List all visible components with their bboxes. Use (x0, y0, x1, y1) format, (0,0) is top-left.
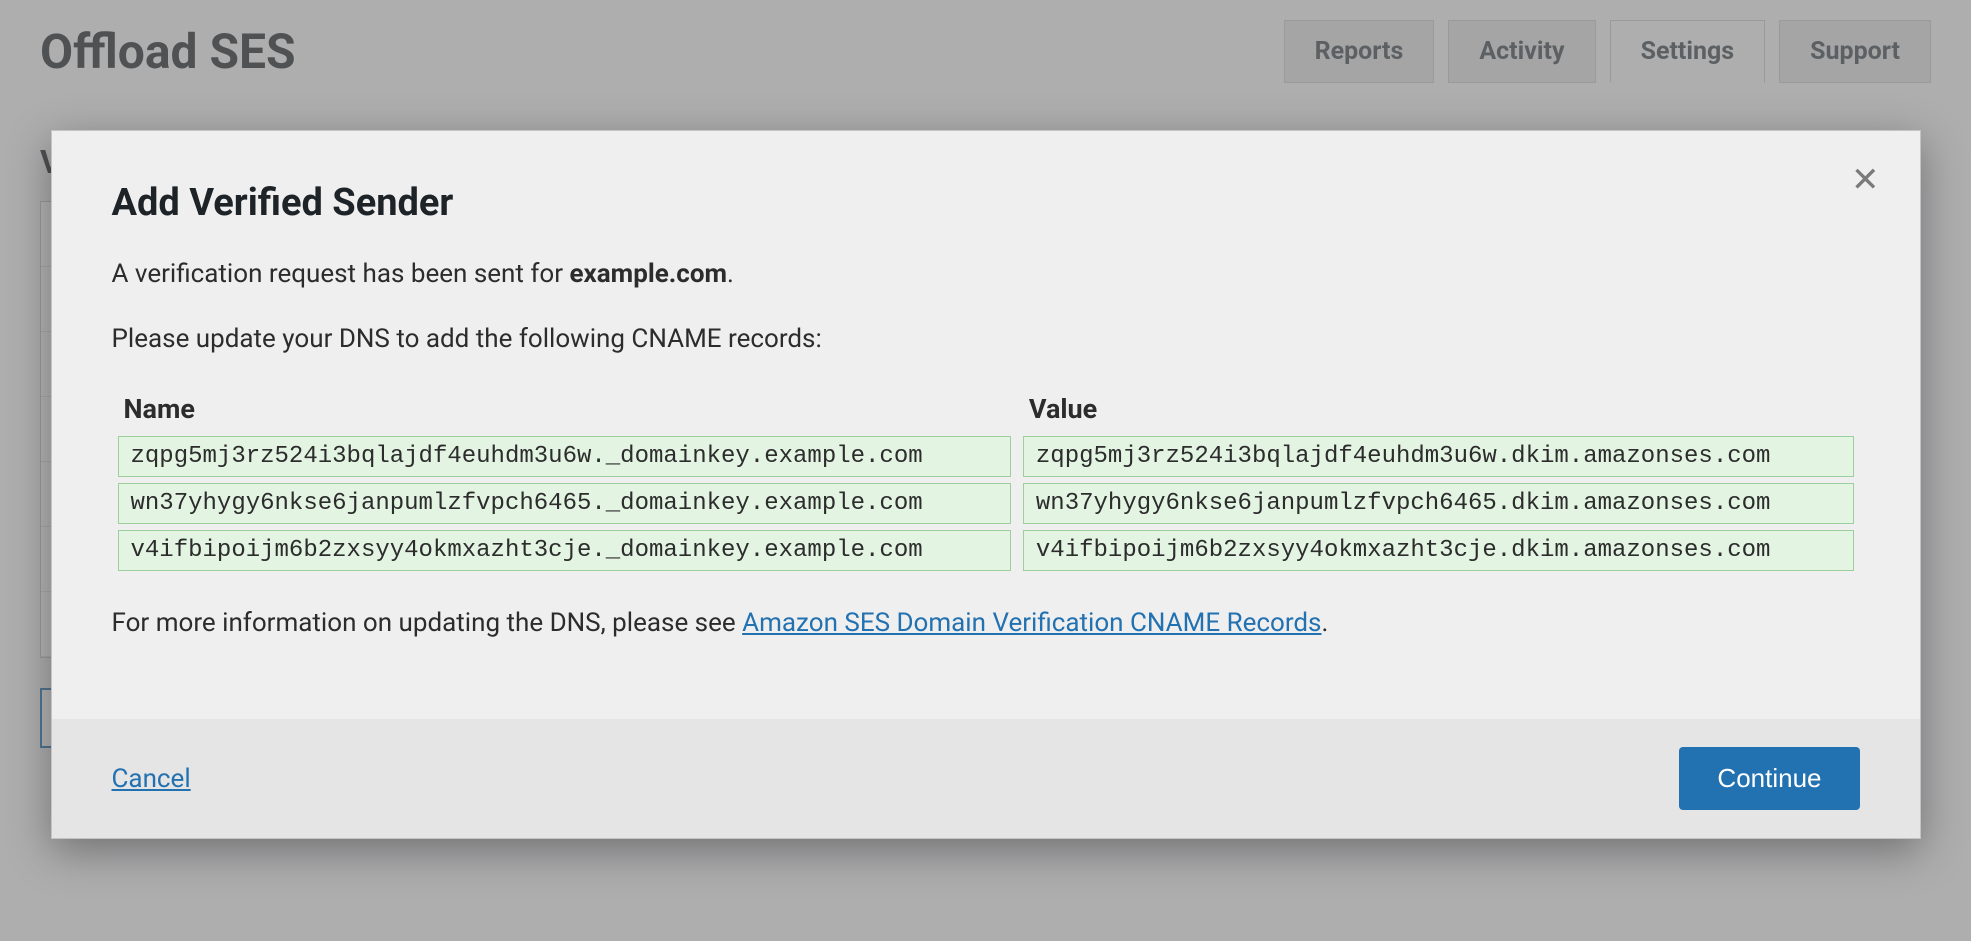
add-verified-sender-modal: ✕ Add Verified Sender A verification req… (51, 130, 1921, 839)
modal-footer: Cancel Continue (52, 719, 1920, 838)
more-info-text: For more information on updating the DNS… (112, 604, 1860, 643)
cname-row: zqpg5mj3rz524i3bqlajdf4euhdm3u6w._domain… (112, 433, 1860, 480)
text-fragment: For more information on updating the DNS… (112, 608, 743, 638)
cname-value[interactable]: wn37yhygy6nkse6janpumlzfvpch6465.dkim.am… (1023, 483, 1854, 524)
cname-row: v4ifbipoijm6b2zxsyy4okmxazht3cje._domain… (112, 527, 1860, 574)
dns-instruction-text: Please update your DNS to add the follow… (112, 320, 1860, 359)
verified-domain: example.com (569, 259, 727, 289)
text-fragment: A verification request has been sent for (112, 259, 570, 289)
ses-docs-link[interactable]: Amazon SES Domain Verification CNAME Rec… (742, 608, 1321, 638)
cname-row: wn37yhygy6nkse6janpumlzfvpch6465._domain… (112, 480, 1860, 527)
cname-value[interactable]: v4ifbipoijm6b2zxsyy4okmxazht3cje.dkim.am… (1023, 530, 1854, 571)
cname-name[interactable]: v4ifbipoijm6b2zxsyy4okmxazht3cje._domain… (118, 530, 1011, 571)
close-icon[interactable]: ✕ (1851, 163, 1880, 197)
cname-value[interactable]: zqpg5mj3rz524i3bqlajdf4euhdm3u6w.dkim.am… (1023, 436, 1854, 477)
cname-name[interactable]: zqpg5mj3rz524i3bqlajdf4euhdm3u6w._domain… (118, 436, 1011, 477)
cname-records-table: Name Value zqpg5mj3rz524i3bqlajdf4euhdm3… (112, 385, 1860, 574)
col-header-name: Name (112, 385, 1017, 433)
modal-title: Add Verified Sender (112, 181, 1860, 225)
continue-button[interactable]: Continue (1679, 747, 1859, 810)
text-fragment: . (1321, 608, 1328, 638)
verification-sent-text: A verification request has been sent for… (112, 255, 1860, 294)
col-header-value: Value (1017, 385, 1860, 433)
text-fragment: . (727, 259, 734, 289)
cname-name[interactable]: wn37yhygy6nkse6janpumlzfvpch6465._domain… (118, 483, 1011, 524)
modal-overlay: ✕ Add Verified Sender A verification req… (0, 0, 1971, 941)
cancel-button[interactable]: Cancel (112, 764, 191, 794)
